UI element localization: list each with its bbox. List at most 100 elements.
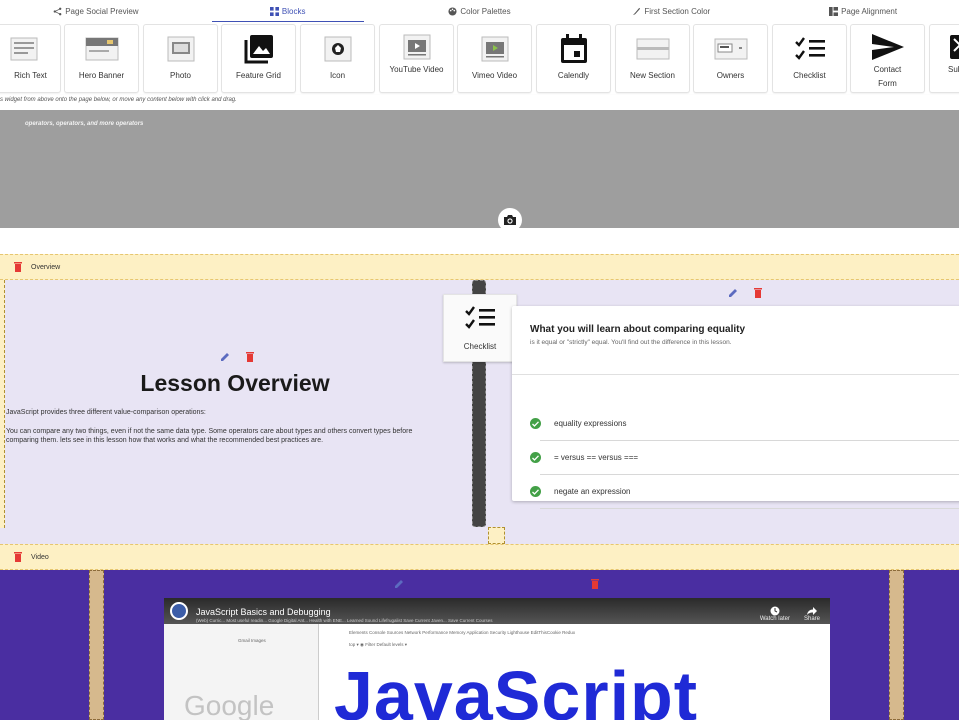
section-bar-video[interactable]: Video xyxy=(0,544,959,570)
checklist-item[interactable]: = versus == versus === xyxy=(512,441,959,475)
devtools-tabs: Elements Console Sources Network Perform… xyxy=(349,630,576,635)
dragged-block-checklist[interactable]: Checklist xyxy=(443,294,517,362)
checklist-item[interactable]: equality expressions xyxy=(512,407,959,441)
tab-page-social-preview[interactable]: Page Social Preview xyxy=(0,0,192,22)
block-rich-text[interactable]: Rich Text xyxy=(0,24,61,93)
block-label: YouTube Video xyxy=(389,65,444,74)
section-name: Video xyxy=(31,553,49,561)
edit-icon[interactable] xyxy=(220,352,230,362)
block-contact-form[interactable]: Contact Form xyxy=(850,24,925,93)
block-label: Sub xyxy=(948,65,959,74)
column-resize-handle[interactable] xyxy=(89,570,104,720)
google-links: Gmail Images xyxy=(238,638,266,643)
rich-text-icon xyxy=(10,37,37,61)
checklist-subtitle: is it equal or "strictly" equal. You'll … xyxy=(530,339,732,346)
block-label: Feature Grid xyxy=(236,71,281,80)
block-owners[interactable]: Owners xyxy=(693,24,768,93)
block-calendly[interactable]: Calendly xyxy=(536,24,611,93)
checklist-title: What you will learn about comparing equa… xyxy=(530,324,746,335)
drop-zone-handle[interactable] xyxy=(488,527,505,544)
delete-section-icon[interactable] xyxy=(14,552,22,562)
tab-label: Blocks xyxy=(281,6,306,16)
share-label: Share xyxy=(803,616,820,622)
delete-icon[interactable] xyxy=(754,288,762,298)
checklist-card[interactable]: What you will learn about comparing equa… xyxy=(512,306,959,509)
edit-icon[interactable] xyxy=(728,288,738,298)
tab-label: Page Social Preview xyxy=(65,6,139,16)
editor-tabs: Page Social Preview Blocks Color Palette… xyxy=(0,0,959,22)
hero-subtitle: operators, operators, and more operators xyxy=(25,121,144,127)
block-youtube-video[interactable]: YouTube Video xyxy=(379,24,454,93)
feature-grid-icon xyxy=(244,35,273,64)
calendar-icon xyxy=(560,34,587,63)
share-button[interactable]: Share xyxy=(804,606,820,622)
check-circle-icon xyxy=(530,486,541,497)
block-label: Contact Form xyxy=(873,65,902,88)
checklist-item-text: = versus == versus === xyxy=(554,453,639,462)
video-overlay-title: JavaScript xyxy=(334,657,699,720)
check-circle-icon xyxy=(530,452,541,463)
delete-icon[interactable] xyxy=(591,579,599,589)
section-bar-overview[interactable]: Overview xyxy=(0,254,959,280)
checklist-icon xyxy=(465,306,495,329)
youtube-embed[interactable]: JavaScript Basics and Debugging (Web) Cu… xyxy=(164,598,830,720)
palette-icon xyxy=(448,6,457,16)
checklist-item[interactable]: negate an expression xyxy=(512,475,959,509)
block-label: Rich Text xyxy=(14,71,47,80)
overview-section: Lesson Overview JavaScript provides thre… xyxy=(0,280,959,544)
channel-logo[interactable] xyxy=(170,602,188,620)
block-feature-grid[interactable]: Feature Grid xyxy=(221,24,296,93)
delete-section-icon[interactable] xyxy=(14,262,22,272)
tab-first-section-color[interactable]: First Section Color xyxy=(575,0,767,22)
block-label: Owners xyxy=(716,71,745,80)
hero-section[interactable]: operators, operators, and more operators xyxy=(0,110,959,232)
column-resize-handle[interactable] xyxy=(889,570,904,720)
block-new-section[interactable]: New Section xyxy=(615,24,690,93)
share-icon xyxy=(53,7,62,15)
new-section-icon xyxy=(636,38,669,60)
change-image-button[interactable] xyxy=(498,208,522,232)
tab-color-palettes[interactable]: Color Palettes xyxy=(384,0,576,22)
block-label: Photo xyxy=(170,71,191,80)
block-photo[interactable]: Photo xyxy=(143,24,218,93)
devtools-filter: top ▾ ◉ Filter Default levels ▾ xyxy=(349,642,407,647)
brush-icon xyxy=(633,7,641,15)
edit-icon[interactable] xyxy=(394,579,404,589)
watch-later-button[interactable]: Watch later xyxy=(760,606,790,622)
clock-icon xyxy=(770,606,780,616)
browser-bookmarks: (Web) Curric... Most useful readin... Go… xyxy=(196,618,493,623)
photo-icon xyxy=(167,36,194,62)
block-palette: Rich Text Hero Banner Photo Feature Grid… xyxy=(0,22,959,95)
tab-blocks[interactable]: Blocks xyxy=(192,0,384,22)
block-icon[interactable]: Icon xyxy=(300,24,375,93)
block-label: Vimeo Video xyxy=(471,71,518,80)
lesson-paragraph: You can compare any two things, even if … xyxy=(6,428,413,444)
divider xyxy=(540,508,959,509)
check-circle-icon xyxy=(530,418,541,429)
checklist-header: What you will learn about comparing equa… xyxy=(512,306,959,375)
block-label: Hero Banner xyxy=(78,71,125,80)
youtube-actions: Watch later Share xyxy=(760,606,820,622)
block-checklist[interactable]: Checklist xyxy=(772,24,847,93)
block-sub[interactable]: Sub xyxy=(929,24,959,93)
checklist-icon xyxy=(794,37,825,60)
block-hero-banner[interactable]: Hero Banner xyxy=(64,24,139,93)
block-label: Icon xyxy=(329,71,346,80)
column-resize-handle[interactable] xyxy=(0,280,5,528)
checklist-item-text: equality expressions xyxy=(554,419,627,428)
tab-label: Color Palettes xyxy=(460,6,511,16)
delete-icon[interactable] xyxy=(246,352,254,362)
checklist-item-text: negate an expression xyxy=(554,487,631,496)
hero-banner-icon xyxy=(85,37,118,61)
tab-label: Page Alignment xyxy=(841,6,898,16)
video-section: JavaScript Basics and Debugging (Web) Cu… xyxy=(0,570,959,720)
tab-page-alignment[interactable]: Page Alignment xyxy=(767,0,959,22)
block-label: New Section xyxy=(630,71,675,80)
alignment-icon xyxy=(829,6,839,16)
block-vimeo-video[interactable]: Vimeo Video xyxy=(457,24,532,93)
block-label: Checklist xyxy=(463,342,497,351)
subscribe-icon xyxy=(950,35,959,59)
block-label: Calendly xyxy=(557,71,590,80)
video-title[interactable]: JavaScript Basics and Debugging xyxy=(196,607,331,617)
lesson-paragraph: JavaScript provides three different valu… xyxy=(6,409,206,416)
